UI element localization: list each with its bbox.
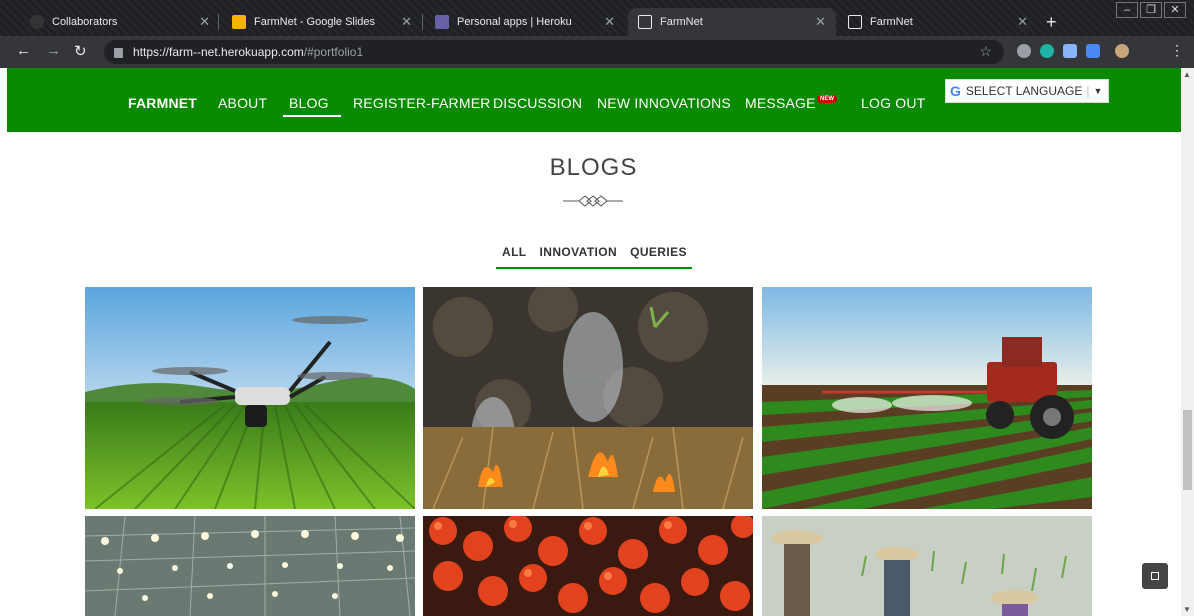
language-selector[interactable]: G SELECT LANGUAGE | ▼ bbox=[945, 79, 1109, 103]
nav-logout[interactable]: LOG OUT bbox=[861, 95, 925, 111]
tab-separator bbox=[422, 14, 423, 30]
restore-icon[interactable]: ❐ bbox=[1140, 2, 1162, 18]
blog-card-greenhouse[interactable] bbox=[85, 516, 415, 616]
site-navbar: FARMNET ABOUT BLOG REGISTER-FARMER DISCU… bbox=[7, 68, 1181, 132]
floating-chat-button[interactable] bbox=[1142, 563, 1168, 589]
tab-heroku[interactable]: Personal apps | Heroku ✕ bbox=[425, 8, 625, 36]
address-bar[interactable]: https://farm--net.herokuapp.com/#portfol… bbox=[104, 40, 1004, 64]
back-icon[interactable]: ← bbox=[16, 42, 31, 59]
bookmark-star-icon[interactable]: ☆ bbox=[979, 43, 992, 60]
language-label: SELECT LANGUAGE bbox=[965, 84, 1083, 98]
nav-discussion[interactable]: DISCUSSION bbox=[493, 95, 582, 111]
message-new-badge: NEW bbox=[817, 95, 837, 103]
browser-tab-bar: Collaborators ✕ FarmNet - Google Slides … bbox=[0, 0, 1194, 36]
extension-cloud-icon[interactable] bbox=[1017, 44, 1031, 58]
close-icon[interactable]: ✕ bbox=[815, 14, 826, 30]
filter-queries[interactable]: QUERIES bbox=[630, 245, 687, 259]
extension-m-icon[interactable] bbox=[1040, 44, 1054, 58]
nav-register-farmer[interactable]: REGISTER-FARMER bbox=[353, 95, 491, 111]
close-icon[interactable]: ✕ bbox=[1017, 14, 1028, 30]
tab-title: Collaborators bbox=[52, 16, 118, 28]
blog-card-rice-paddy[interactable] bbox=[762, 516, 1092, 616]
new-tab-button[interactable]: + bbox=[1046, 12, 1057, 33]
blog-card-fire[interactable] bbox=[423, 287, 753, 509]
tab-farmnet-active[interactable]: FarmNet ✕ bbox=[628, 8, 836, 36]
tractor-field-image bbox=[762, 287, 1092, 509]
filter-innovation[interactable]: INNOVATION bbox=[540, 245, 618, 259]
tomatoes-image bbox=[423, 516, 753, 616]
blogs-heading: BLOGS bbox=[549, 154, 638, 181]
square-icon bbox=[1151, 572, 1159, 580]
lock-icon bbox=[114, 48, 123, 58]
tab-collaborators[interactable]: Collaborators ✕ bbox=[20, 8, 220, 36]
blog-card-tractor[interactable] bbox=[762, 287, 1092, 509]
scroll-thumb[interactable] bbox=[1183, 410, 1192, 490]
close-icon[interactable]: ✕ bbox=[604, 14, 615, 30]
page-scrollbar[interactable]: ▲ ▼ bbox=[1181, 68, 1194, 616]
nav-blog[interactable]: BLOG bbox=[289, 95, 329, 111]
slides-icon bbox=[232, 15, 246, 29]
blog-filter-tabs: ALL INNOVATION QUERIES bbox=[502, 245, 687, 259]
forward-icon[interactable]: → bbox=[46, 42, 61, 59]
scroll-down-icon[interactable]: ▼ bbox=[1183, 605, 1191, 614]
browser-menu-icon[interactable]: ⋮ bbox=[1170, 42, 1184, 59]
page-icon bbox=[638, 15, 652, 29]
nav-about[interactable]: ABOUT bbox=[218, 95, 267, 111]
profile-avatar[interactable] bbox=[1115, 44, 1129, 58]
drone-image bbox=[85, 287, 415, 509]
filter-underline bbox=[496, 267, 692, 269]
greenhouse-image bbox=[85, 516, 415, 616]
url-host: https://farm--net.herokuapp.com bbox=[133, 45, 304, 59]
nav-message[interactable]: MESSAGE bbox=[745, 95, 816, 111]
close-icon[interactable]: ✕ bbox=[401, 14, 412, 30]
active-nav-underline bbox=[283, 115, 341, 117]
minimize-icon[interactable]: – bbox=[1116, 2, 1138, 18]
blog-card-drone[interactable] bbox=[85, 287, 415, 509]
close-window-icon[interactable]: ✕ bbox=[1164, 2, 1186, 18]
tab-title: Personal apps | Heroku bbox=[457, 16, 572, 28]
filter-all[interactable]: ALL bbox=[502, 245, 527, 259]
nav-new-innovations[interactable]: NEW INNOVATIONS bbox=[597, 95, 731, 111]
extension-square-icon[interactable] bbox=[1086, 44, 1100, 58]
heroku-icon bbox=[435, 15, 449, 29]
tab-title: FarmNet bbox=[870, 16, 913, 28]
tab-google-slides[interactable]: FarmNet - Google Slides ✕ bbox=[222, 8, 422, 36]
url-path: /#portfolio1 bbox=[303, 45, 364, 59]
dropdown-arrow-icon: ▼ bbox=[1093, 86, 1103, 96]
language-separator: | bbox=[1086, 84, 1090, 98]
github-icon bbox=[30, 15, 44, 29]
scroll-up-icon[interactable]: ▲ bbox=[1183, 70, 1191, 79]
ornament-divider-icon bbox=[563, 195, 623, 207]
page-icon bbox=[848, 15, 862, 29]
tab-separator bbox=[218, 14, 219, 30]
brand-link[interactable]: FARMNET bbox=[128, 95, 197, 111]
browser-toolbar: ← → ↻ https://farm--net.herokuapp.com/#p… bbox=[0, 36, 1194, 68]
google-icon: G bbox=[950, 83, 961, 99]
tab-title: FarmNet bbox=[660, 16, 703, 28]
reload-icon[interactable]: ↻ bbox=[74, 42, 87, 60]
tab-farmnet[interactable]: FarmNet ✕ bbox=[838, 8, 1038, 36]
tab-title: FarmNet - Google Slides bbox=[254, 16, 376, 28]
window-controls: – ❐ ✕ bbox=[1116, 2, 1186, 18]
extension-shield-icon[interactable] bbox=[1063, 44, 1077, 58]
rice-paddy-image bbox=[762, 516, 1092, 616]
close-icon[interactable]: ✕ bbox=[199, 14, 210, 30]
stubble-fire-image bbox=[423, 287, 753, 509]
blog-card-tomatoes[interactable] bbox=[423, 516, 753, 616]
